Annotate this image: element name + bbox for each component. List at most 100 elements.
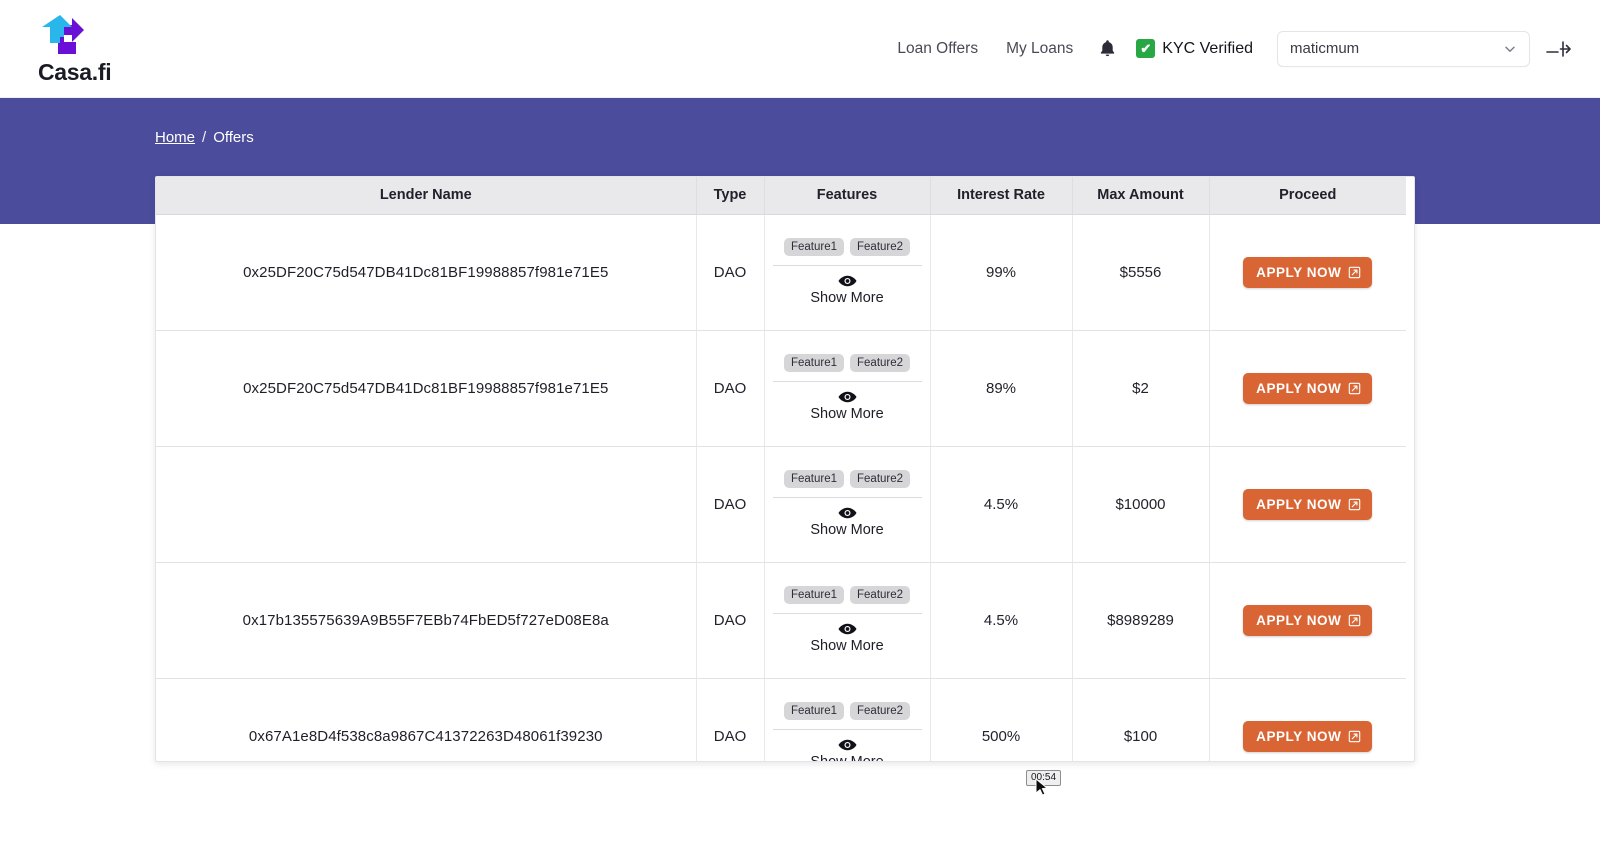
cell-interest-rate: 4.5% bbox=[930, 562, 1073, 679]
cell-type: DAO bbox=[696, 678, 765, 761]
column-header-interest-rate: Interest Rate bbox=[930, 177, 1073, 215]
lender-address: 0x17b135575639A9B55F7EBb74FbED5f727eD08E… bbox=[242, 611, 609, 629]
offers-table-body: 0x25DF20C75d547DB41Dc81BF19988857f981e71… bbox=[156, 214, 1406, 761]
cell-max-amount: $100 bbox=[1072, 678, 1210, 761]
show-more-button[interactable]: Show More bbox=[771, 390, 924, 422]
show-more-button[interactable]: Show More bbox=[771, 506, 924, 538]
show-more-button[interactable]: Show More bbox=[771, 622, 924, 654]
features-divider bbox=[772, 497, 922, 498]
apply-now-button[interactable]: APPLY NOW bbox=[1243, 720, 1373, 752]
external-link-icon bbox=[1349, 498, 1361, 510]
cell-max-amount: $2 bbox=[1072, 330, 1210, 447]
chevron-down-icon bbox=[1505, 46, 1515, 52]
feature-chip: Feature2 bbox=[850, 470, 911, 488]
apply-now-button[interactable]: APPLY NOW bbox=[1243, 372, 1373, 404]
feature-chip: Feature1 bbox=[783, 470, 844, 488]
column-header-lender-name: Lender Name bbox=[156, 177, 697, 215]
breadcrumb-current: Offers bbox=[213, 129, 254, 146]
feature-chip: Feature2 bbox=[850, 354, 911, 372]
logout-button[interactable] bbox=[1546, 40, 1572, 58]
apply-now-button[interactable]: APPLY NOW bbox=[1243, 256, 1373, 288]
lender-address: 0x67A1e8D4f538c8a9867C41372263D48061f392… bbox=[248, 727, 603, 745]
features-divider bbox=[772, 613, 922, 614]
cell-interest-rate: 500% bbox=[930, 678, 1073, 761]
eye-icon bbox=[838, 275, 856, 287]
kyc-status-badge: ✔ KYC Verified bbox=[1126, 39, 1265, 58]
cell-features: Feature1 Feature2 Show More bbox=[764, 562, 931, 679]
feature-chip-list: Feature1 Feature2 bbox=[771, 238, 924, 256]
cell-features: Feature1 Feature2 Show More bbox=[764, 678, 931, 761]
offers-table-header-row: Lender Name Type Features Interest Rate … bbox=[156, 177, 1406, 215]
nav-right-group: Loan Offers My Loans ✔ KYC Verified mati… bbox=[883, 0, 1576, 97]
network-select[interactable]: maticmum bbox=[1277, 30, 1530, 67]
apply-now-button[interactable]: APPLY NOW bbox=[1243, 488, 1373, 520]
cell-lender-name: 0x67A1e8D4f538c8a9867C41372263D48061f392… bbox=[156, 678, 697, 761]
table-row: DAO Feature1 Feature2 Show More 4.5% $10000 AP… bbox=[156, 446, 1406, 563]
network-select-value: maticmum bbox=[1290, 40, 1360, 57]
brand-logo[interactable]: Casa.fi bbox=[38, 13, 112, 85]
cell-interest-rate: 89% bbox=[930, 330, 1073, 447]
notifications-button[interactable] bbox=[1087, 39, 1126, 58]
logout-icon bbox=[1546, 40, 1571, 57]
show-more-label: Show More bbox=[810, 406, 884, 422]
table-row: 0x67A1e8D4f538c8a9867C41372263D48061f392… bbox=[156, 678, 1406, 761]
table-row: 0x17b135575639A9B55F7EBb74FbED5f727eD08E… bbox=[156, 562, 1406, 679]
mouse-cursor bbox=[1035, 778, 1049, 796]
apply-now-label: APPLY NOW bbox=[1256, 612, 1342, 628]
offers-table-scroller[interactable]: Lender Name Type Features Interest Rate … bbox=[156, 177, 1414, 761]
nav-link-loan-offers[interactable]: Loan Offers bbox=[883, 40, 992, 58]
cell-features: Feature1 Feature2 Show More bbox=[764, 446, 931, 563]
feature-chip: Feature2 bbox=[850, 238, 911, 256]
cell-type: DAO bbox=[696, 214, 765, 331]
external-link-icon bbox=[1349, 730, 1361, 742]
features-divider bbox=[772, 729, 922, 730]
column-header-type: Type bbox=[696, 177, 765, 215]
lender-address: 0x25DF20C75d547DB41Dc81BF19988857f981e71… bbox=[243, 263, 609, 281]
show-more-button[interactable]: Show More bbox=[771, 738, 924, 761]
features-divider bbox=[772, 265, 922, 266]
table-row: 0x25DF20C75d547DB41Dc81BF19988857f981e71… bbox=[156, 330, 1406, 447]
cell-type: DAO bbox=[696, 446, 765, 563]
cell-lender-name: 0x25DF20C75d547DB41Dc81BF19988857f981e71… bbox=[156, 214, 697, 331]
lender-address: 0x25DF20C75d547DB41Dc81BF19988857f981e71… bbox=[243, 379, 609, 397]
cell-features: Feature1 Feature2 Show More bbox=[764, 330, 931, 447]
external-link-icon bbox=[1349, 266, 1361, 278]
brand-name: Casa.fi bbox=[38, 59, 112, 85]
feature-chip: Feature1 bbox=[783, 702, 844, 720]
apply-now-label: APPLY NOW bbox=[1256, 728, 1342, 744]
column-header-max-amount: Max Amount bbox=[1072, 177, 1210, 215]
feature-chip: Feature2 bbox=[850, 586, 911, 604]
feature-chip-list: Feature1 Feature2 bbox=[771, 586, 924, 604]
eye-icon bbox=[838, 739, 856, 751]
casafi-arrows-logo-icon bbox=[42, 15, 84, 54]
show-more-button[interactable]: Show More bbox=[771, 274, 924, 306]
feature-chip-list: Feature1 Feature2 bbox=[771, 354, 924, 372]
cell-type: DAO bbox=[696, 330, 765, 447]
cell-max-amount: $8989289 bbox=[1072, 562, 1210, 679]
apply-now-label: APPLY NOW bbox=[1256, 264, 1342, 280]
column-header-proceed: Proceed bbox=[1209, 177, 1406, 215]
feature-chip-list: Feature1 Feature2 bbox=[771, 702, 924, 720]
cell-lender-name: 0x17b135575639A9B55F7EBb74FbED5f727eD08E… bbox=[156, 562, 697, 679]
eye-icon bbox=[838, 623, 856, 635]
cell-proceed: APPLY NOW bbox=[1209, 562, 1406, 679]
feature-chip: Feature2 bbox=[850, 702, 911, 720]
feature-chip: Feature1 bbox=[783, 238, 844, 256]
cell-interest-rate: 4.5% bbox=[930, 446, 1073, 563]
apply-now-button[interactable]: APPLY NOW bbox=[1243, 604, 1373, 636]
cell-proceed: APPLY NOW bbox=[1209, 214, 1406, 331]
column-header-features: Features bbox=[764, 177, 931, 215]
cell-lender-name bbox=[156, 446, 697, 563]
cell-proceed: APPLY NOW bbox=[1209, 678, 1406, 761]
external-link-icon bbox=[1349, 614, 1361, 626]
cell-lender-name: 0x25DF20C75d547DB41Dc81BF19988857f981e71… bbox=[156, 330, 697, 447]
offers-table: Lender Name Type Features Interest Rate … bbox=[156, 177, 1406, 761]
cell-max-amount: $5556 bbox=[1072, 214, 1210, 331]
feature-chip: Feature1 bbox=[783, 586, 844, 604]
nav-link-my-loans[interactable]: My Loans bbox=[992, 40, 1087, 58]
feature-chip: Feature1 bbox=[783, 354, 844, 372]
bell-icon bbox=[1101, 40, 1115, 57]
feature-chip-list: Feature1 Feature2 bbox=[771, 470, 924, 488]
breadcrumb-home-link[interactable]: Home bbox=[155, 129, 195, 146]
breadcrumb: Home / Offers bbox=[155, 129, 254, 146]
